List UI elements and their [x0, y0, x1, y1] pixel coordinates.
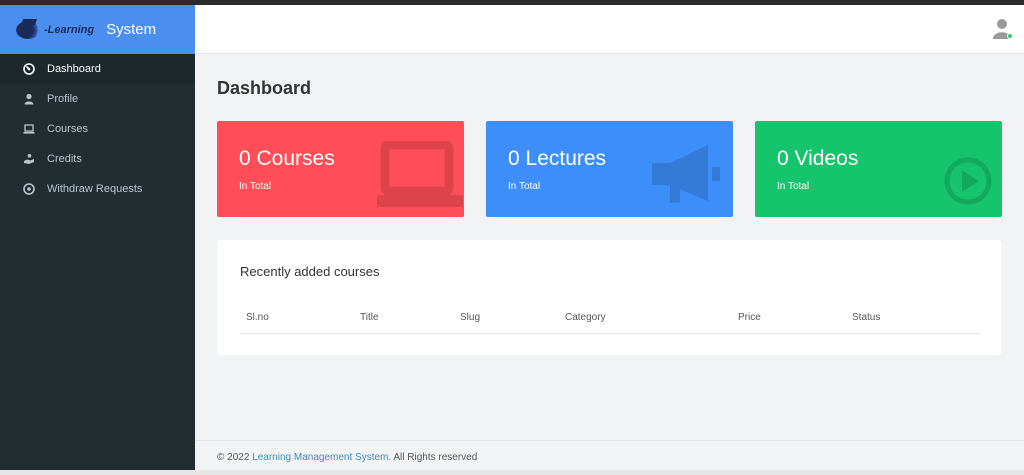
top-navbar [195, 5, 1024, 54]
online-status-dot [1007, 33, 1013, 39]
column-header-slno: Sl.no [246, 312, 269, 323]
sidebar-menu: Dashboard Profile Courses Credits Withdr… [0, 54, 195, 204]
column-header-title: Title [360, 312, 379, 323]
megaphone-icon [652, 145, 720, 203]
laptop-icon [377, 141, 463, 207]
column-header-price: Price [738, 312, 761, 323]
sidebar-item-dashboard[interactable]: Dashboard [0, 54, 195, 84]
window-bottom-strip [0, 470, 1024, 475]
videos-count: 0 Videos [777, 147, 859, 170]
sidebar-item-label: Dashboard [47, 63, 101, 75]
videos-stat-card[interactable]: 0 Videos In Total [755, 121, 1002, 217]
courses-stat-card[interactable]: 0 Courses In Total [217, 121, 464, 217]
logo: -Learning [16, 20, 95, 39]
main-content: Dashboard 0 Courses In Total 0 Lectures … [195, 54, 1024, 440]
sidebar-item-label: Withdraw Requests [47, 183, 143, 195]
recent-courses-title: Recently added courses [240, 264, 380, 279]
courses-subtitle: In Total [239, 181, 272, 192]
lectures-subtitle: In Total [508, 181, 541, 192]
courses-count: 0 Courses [239, 147, 335, 170]
sidebar-item-withdraw-requests[interactable]: Withdraw Requests [0, 174, 195, 204]
sidebar-item-profile[interactable]: Profile [0, 84, 195, 114]
brand-header[interactable]: -Learning System [0, 5, 195, 54]
sidebar-item-label: Credits [47, 153, 82, 165]
logo-text: -Learning [44, 23, 95, 36]
footer-link[interactable]: Learning Management System. [252, 452, 391, 463]
lectures-count: 0 Lectures [508, 147, 607, 170]
credits-icon [22, 152, 36, 166]
footer-rights: All Rights reserved [391, 452, 478, 463]
dashboard-icon [22, 62, 36, 76]
column-header-category: Category [565, 312, 606, 323]
recent-courses-table-header: Sl.no Title Slug Category Price Status [240, 312, 980, 334]
sidebar-item-label: Courses [47, 123, 88, 135]
column-header-slug: Slug [460, 312, 481, 323]
footer: © 2022 Learning Management System. All R… [195, 440, 1024, 470]
videos-subtitle: In Total [777, 181, 810, 192]
lectures-stat-card[interactable]: 0 Lectures In Total [486, 121, 733, 217]
play-circle-icon [944, 157, 992, 205]
sidebar: -Learning System Dashboard Profile Cours… [0, 5, 195, 470]
user-menu-button[interactable] [992, 18, 1013, 40]
sidebar-item-credits[interactable]: Credits [0, 144, 195, 174]
brand-title: System [106, 21, 157, 38]
page-title: Dashboard [217, 78, 312, 98]
logo-mark-icon [16, 20, 40, 39]
footer-copyright: © 2022 [217, 452, 253, 463]
column-header-status: Status [852, 312, 881, 323]
withdraw-icon [22, 182, 36, 196]
sidebar-item-courses[interactable]: Courses [0, 114, 195, 144]
laptop-icon [22, 122, 36, 136]
recent-courses-panel: Recently added courses Sl.no Title Slug … [217, 240, 1001, 355]
user-icon [22, 92, 36, 106]
sidebar-item-label: Profile [47, 93, 79, 105]
